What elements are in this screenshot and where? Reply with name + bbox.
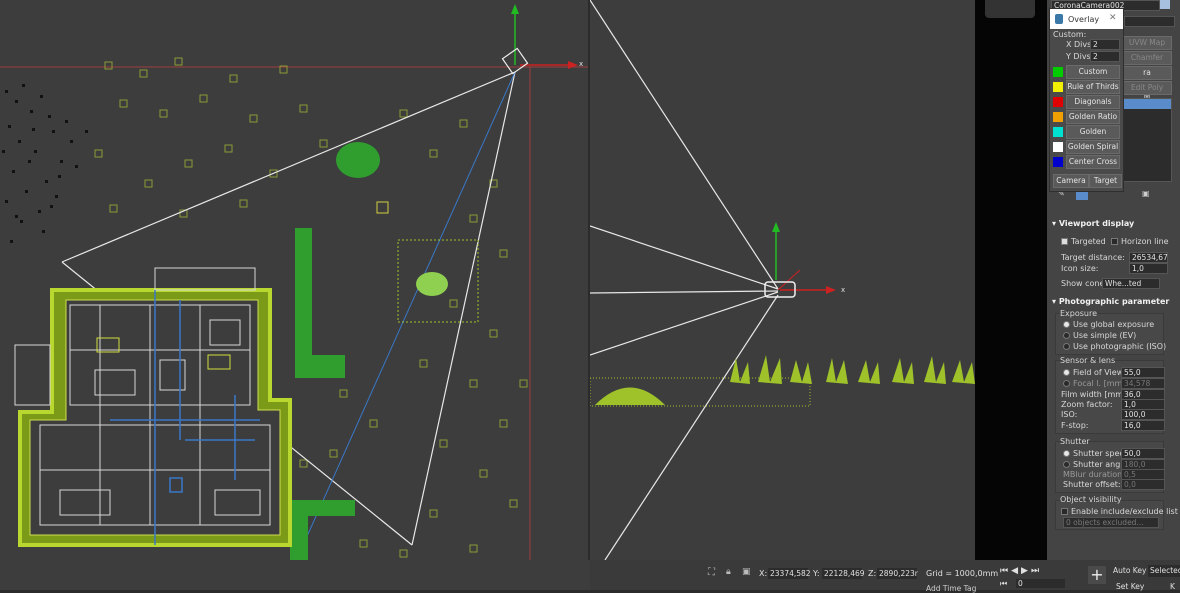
diagonals-swatch — [1053, 97, 1063, 107]
edit-poly-button[interactable]: Edit Poly — [1122, 81, 1172, 95]
top-viewport-scene: x — [0, 4, 588, 560]
chamfer-button[interactable]: Chamfer — [1122, 51, 1172, 65]
status-bar: ⛶ 🔒︎ ▣ X: 23374,582 Y: 22128,469 Z: 2890… — [590, 560, 1180, 593]
camera-viewport[interactable]: x — [590, 0, 975, 560]
show-cone-label: Show cone: — [1061, 279, 1108, 288]
target-button[interactable]: Target — [1089, 174, 1122, 188]
target-distance-label: Target distance: — [1061, 253, 1125, 262]
camera-frustum — [590, 0, 779, 560]
shutter-speed-field[interactable]: 50,0 — [1121, 448, 1165, 459]
add-time-tag[interactable]: Add Time Tag — [926, 584, 976, 593]
tree-blob — [336, 142, 380, 178]
center-cross-button[interactable]: Center Cross — [1066, 155, 1120, 169]
status-bar-left — [0, 560, 590, 590]
auto-key-button[interactable]: Auto Key — [1113, 566, 1146, 575]
sensor-label: Sensor & lens — [1060, 356, 1116, 365]
objects-excluded-button[interactable]: 0 objects excluded... — [1063, 517, 1159, 528]
center-cross-swatch — [1053, 157, 1063, 167]
zoom-factor-label: Zoom factor: — [1061, 400, 1113, 409]
axis-x-label-cam: x — [841, 286, 845, 294]
show-cone-dropdown[interactable]: Whe...ted — [1102, 278, 1160, 289]
golden-ratio-button[interactable]: Golden Ratio — [1066, 110, 1120, 124]
exposure-label: Exposure — [1060, 309, 1098, 318]
grid-readout: Grid = 1000,0mm — [926, 569, 999, 578]
overlay-title: Overlay — [1068, 15, 1100, 24]
use-photographic-radio[interactable]: Use photographic (ISO) — [1063, 342, 1166, 351]
diagonals-button[interactable]: Diagonals — [1066, 95, 1120, 109]
mblur-duration-label: MBlur duration: — [1063, 470, 1125, 479]
corona-icon — [1055, 14, 1063, 24]
color-swatch[interactable] — [1160, 0, 1170, 9]
x-coordinate-field[interactable]: 23374,582 — [768, 568, 811, 579]
use-simple-radio[interactable]: Use simple (EV) — [1063, 331, 1136, 340]
resolution-button[interactable]: ra Resolution M — [1122, 66, 1172, 101]
y-label: Y: — [813, 569, 820, 578]
golden-ratio-swatch — [1053, 112, 1063, 122]
photographic-header[interactable]: ▾ Photographic parameter — [1052, 297, 1170, 306]
enable-include-checkbox[interactable]: Enable include/exclude list — [1061, 507, 1178, 516]
visibility-label: Object visibility — [1060, 495, 1122, 504]
fov-radio[interactable]: Field of View: — [1063, 368, 1126, 377]
horizon-line-checkbox[interactable]: Horizon line — [1111, 237, 1169, 246]
shutter-label: Shutter — [1060, 437, 1090, 446]
viewcube-icon[interactable] — [985, 0, 1035, 18]
x-label: X: — [759, 569, 768, 578]
iso-label: ISO: — [1061, 410, 1078, 419]
camera-viewport-scene: x — [590, 0, 975, 560]
icon-size-label: Icon size: — [1061, 264, 1099, 273]
close-icon[interactable]: ✕ — [1109, 13, 1117, 23]
add-key-icon[interactable]: + — [1088, 566, 1106, 584]
shutter-offset-label: Shutter offset: — [1063, 480, 1121, 489]
use-global-radio[interactable]: Use global exposure — [1063, 320, 1154, 329]
golden-triangle-button[interactable]: Golden Triangle — [1066, 125, 1120, 148]
scatter-dots — [2, 84, 88, 243]
frame-field[interactable]: 0 — [1016, 579, 1065, 588]
golden-spiral-button[interactable]: Golden Spiral — [1066, 140, 1120, 154]
y-coordinate-field[interactable]: 22128,469 — [822, 568, 865, 579]
lock-icon[interactable]: 🔒︎ — [726, 567, 731, 577]
z-label: Z: — [868, 569, 877, 578]
custom-label: Custom: — [1053, 30, 1087, 39]
modifier-list-dropdown[interactable] — [1124, 16, 1175, 27]
overlay-tab[interactable]: Overlay ✕ — [1050, 9, 1123, 29]
custom-overlay-button[interactable]: Custom — [1066, 65, 1120, 79]
key-mode-icon[interactable]: ⏮ — [1000, 579, 1007, 589]
hedge-upper — [295, 228, 345, 378]
camera-button[interactable]: Camera — [1053, 174, 1089, 188]
top-viewport[interactable]: x — [0, 0, 588, 560]
absolute-mode-icon[interactable]: ▣ — [742, 567, 751, 577]
focal-field[interactable]: 34,578 — [1121, 378, 1165, 389]
icon-size-field[interactable]: 1,0 — [1129, 263, 1168, 274]
target-distance-field[interactable]: 26534,67 — [1129, 252, 1168, 263]
focal-radio[interactable]: Focal l. [mm]: — [1063, 379, 1128, 388]
playback-controls[interactable]: ⏮◀▶⏭ — [1000, 566, 1042, 576]
uvw-map-button[interactable]: UVW Map — [1122, 36, 1172, 50]
z-coordinate-field[interactable]: 2890,223r — [877, 568, 918, 579]
house-plan — [14, 267, 292, 547]
shutter-offset-field[interactable]: 0,0 — [1121, 479, 1165, 490]
plant-row — [730, 355, 975, 384]
fstop-field[interactable]: 16,0 — [1121, 420, 1165, 431]
axis-x-label: x — [579, 60, 583, 68]
configure-icon[interactable]: ▣ — [1142, 189, 1150, 198]
golden-triangle-swatch — [1053, 127, 1063, 137]
viewcube-area — [975, 0, 1047, 560]
selected-dropdown[interactable]: Selected — [1148, 565, 1180, 577]
fov-field[interactable]: 55,0 — [1121, 367, 1165, 378]
fstop-label: F-stop: — [1061, 421, 1089, 430]
rule-of-thirds-swatch — [1053, 82, 1063, 92]
overlay-menu: Overlay ✕ Custom: X Divs: 2 Y Divs: 2 Cu… — [1049, 8, 1124, 192]
viewport-display-header[interactable]: ▾ Viewport display — [1052, 219, 1170, 228]
golden-spiral-swatch — [1053, 142, 1063, 152]
isolate-icon[interactable]: ⛶ — [708, 567, 715, 578]
hedge-lower — [290, 500, 355, 560]
rule-of-thirds-button[interactable]: Rule of Thirds — [1066, 80, 1120, 94]
film-width-label: Film width [mm]: — [1061, 390, 1129, 399]
iso-field[interactable]: 100,0 — [1121, 409, 1165, 420]
y-divs-field[interactable]: 2 — [1090, 51, 1120, 62]
custom-swatch — [1053, 67, 1063, 77]
targeted-checkbox[interactable]: Targeted — [1061, 237, 1106, 246]
x-divs-field[interactable]: 2 — [1090, 39, 1120, 50]
modifier-stack[interactable] — [1122, 98, 1172, 182]
